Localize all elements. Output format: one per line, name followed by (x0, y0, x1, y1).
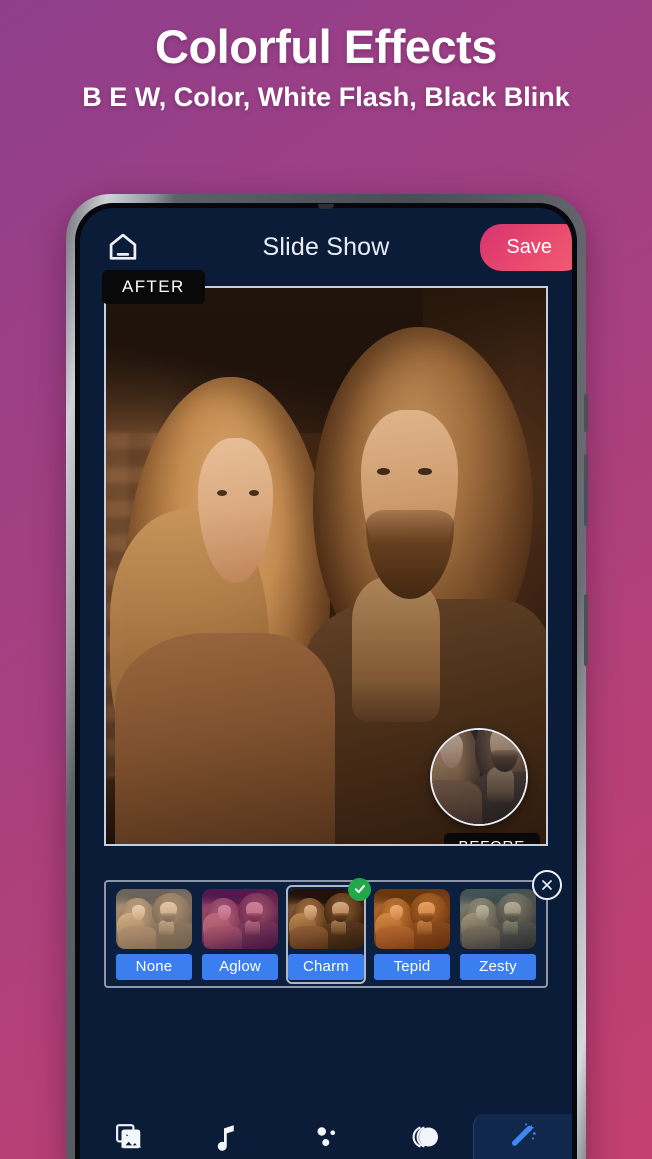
nav-item-particles[interactable]: Particles (276, 1114, 374, 1159)
filter-label: Charm (288, 953, 364, 980)
phone-side-button-mute[interactable] (584, 394, 588, 432)
filter-item-aglow[interactable]: Aglow (202, 888, 278, 980)
save-button[interactable]: Save (480, 224, 572, 271)
home-icon[interactable] (106, 230, 140, 264)
nav-item-change-image[interactable]: Change Image (80, 1114, 178, 1159)
filter-thumbnail (116, 888, 192, 949)
images-icon (114, 1122, 144, 1152)
nav-item-music[interactable]: Music (178, 1114, 276, 1159)
preview-area: AFTER (80, 270, 572, 846)
filter-item-zesty[interactable]: Zesty (460, 888, 536, 980)
phone-side-button-power[interactable] (584, 594, 588, 666)
filter-label: Aglow (202, 953, 278, 980)
magic-wand-icon (508, 1122, 538, 1152)
before-badge: BEFORE (443, 833, 540, 844)
nav-item-transition[interactable]: Transition (375, 1114, 473, 1159)
promo-banner: Colorful Effects B E W, Color, White Fla… (0, 22, 652, 114)
filter-strip: None Aglow Charm Tepid Zesty (104, 870, 562, 988)
phone-bezel: Slide Show Save AFTER None Aglow Charm T… (75, 203, 577, 1159)
preview-photo[interactable]: BEFORE (104, 286, 548, 846)
filter-item-none[interactable]: None (116, 888, 192, 980)
nav-item-filters[interactable]: Filters (472, 1114, 572, 1159)
phone-side-button-volume[interactable] (584, 454, 588, 526)
before-preview-bubble[interactable] (430, 728, 528, 826)
filter-label: Zesty (460, 953, 536, 980)
after-badge: AFTER (102, 270, 205, 304)
promo-subtitle: B E W, Color, White Flash, Black Blink (82, 82, 570, 113)
filter-thumbnail (460, 888, 536, 949)
filter-label: Tepid (374, 953, 450, 980)
phone-mockup: Slide Show Save AFTER None Aglow Charm T… (66, 194, 588, 1159)
filter-thumbnail (374, 888, 450, 949)
app-screen: Slide Show Save AFTER None Aglow Charm T… (80, 208, 572, 1159)
filter-label: None (116, 953, 192, 980)
check-icon (348, 877, 371, 901)
promo-title: Colorful Effects (155, 20, 497, 73)
transition-icon (409, 1122, 439, 1152)
filter-item-charm[interactable]: Charm (286, 877, 371, 984)
music-note-icon (212, 1122, 242, 1152)
close-icon[interactable] (532, 870, 562, 900)
bottom-nav: Change Image Music (80, 1104, 572, 1159)
filter-item-tepid[interactable]: Tepid (374, 888, 450, 980)
camera-notch (318, 204, 334, 209)
filter-thumbnail (202, 888, 278, 949)
particles-icon (311, 1122, 341, 1152)
